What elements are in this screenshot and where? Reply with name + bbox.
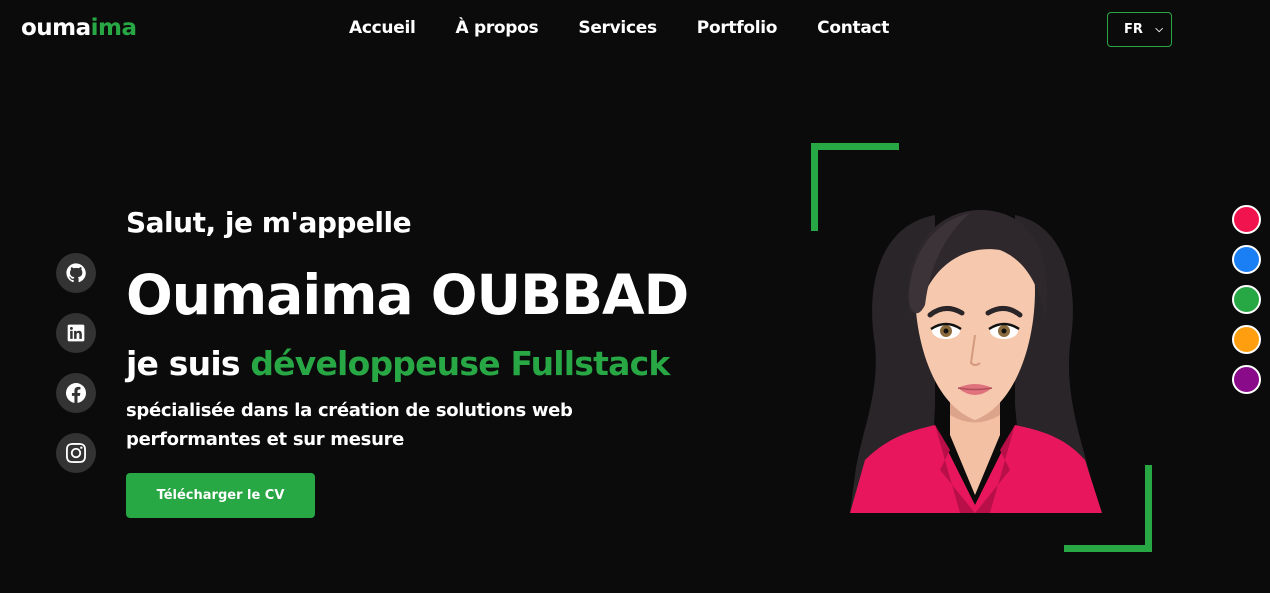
- logo-text-accent: ima: [90, 15, 137, 41]
- nav-contact[interactable]: Contact: [817, 18, 889, 38]
- frame-corner-bottom-right-vertical: [1145, 465, 1152, 552]
- color-swatch-green[interactable]: [1232, 285, 1261, 314]
- avatar-illustration: [850, 210, 1102, 513]
- linkedin-link[interactable]: [56, 313, 96, 353]
- nav-portfolio[interactable]: Portfolio: [697, 18, 778, 38]
- facebook-icon: [66, 383, 86, 403]
- color-swatch-red[interactable]: [1232, 205, 1261, 234]
- hero-role: je suis développeuse Fullstack: [126, 344, 670, 383]
- github-icon: [66, 263, 86, 283]
- instagram-link[interactable]: [56, 433, 96, 473]
- hero-description: spécialisée dans la création de solution…: [126, 400, 573, 450]
- theme-color-switcher: [1232, 205, 1261, 394]
- main-nav: Accueil À propos Services Portfolio Cont…: [349, 18, 929, 38]
- download-cv-button[interactable]: Télécharger le CV: [126, 473, 315, 518]
- hero-greeting: Salut, je m'appelle: [126, 206, 412, 239]
- hero-role-highlight: développeuse Fullstack: [250, 344, 670, 383]
- linkedin-icon: [67, 324, 85, 342]
- instagram-icon: [66, 443, 86, 463]
- frame-corner-top-left-vertical: [811, 143, 818, 231]
- github-link[interactable]: [56, 253, 96, 293]
- color-swatch-blue[interactable]: [1232, 245, 1261, 274]
- social-links: [56, 253, 96, 473]
- facebook-link[interactable]: [56, 373, 96, 413]
- logo-text-main: ouma: [21, 15, 91, 41]
- color-swatch-orange[interactable]: [1232, 325, 1261, 354]
- language-select[interactable]: FR ⌵: [1107, 12, 1172, 47]
- color-swatch-purple[interactable]: [1232, 365, 1261, 394]
- logo[interactable]: oumaima: [21, 15, 137, 41]
- nav-accueil[interactable]: Accueil: [349, 18, 416, 38]
- nav-services[interactable]: Services: [578, 18, 657, 38]
- frame-corner-bottom-right: [1064, 545, 1152, 552]
- frame-corner-top-left: [811, 143, 899, 150]
- chevron-down-icon: ⌵: [1155, 24, 1163, 35]
- hero-role-prefix: je suis: [126, 344, 251, 383]
- hero-name: Oumaima OUBBAD: [126, 263, 689, 327]
- language-value: FR: [1124, 22, 1143, 37]
- nav-a-propos[interactable]: À propos: [456, 18, 539, 38]
